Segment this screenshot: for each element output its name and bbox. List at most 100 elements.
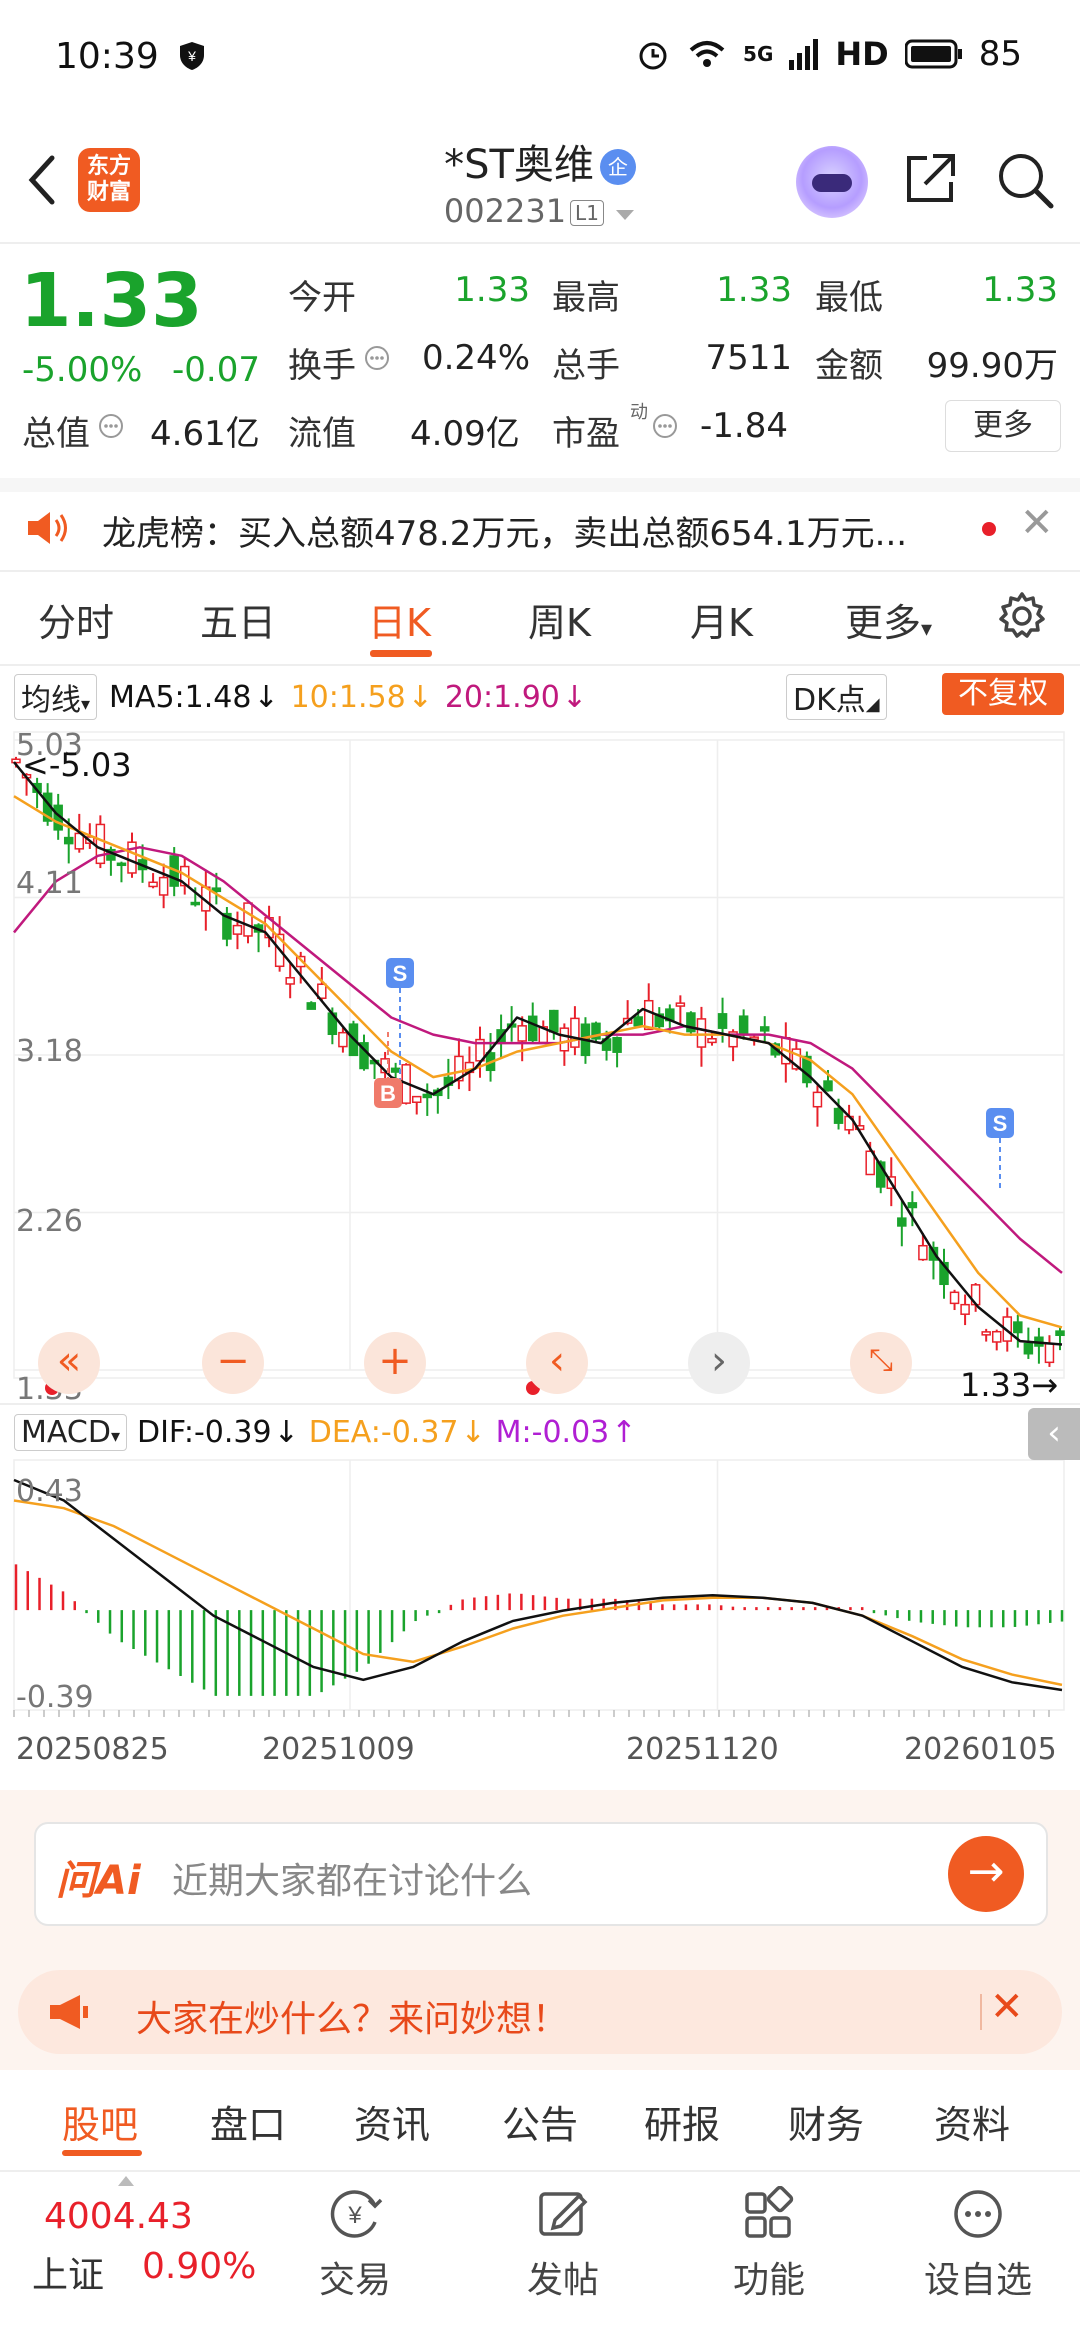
- close-icon[interactable]: ✕: [990, 1984, 1024, 2030]
- tab-weekly-k[interactable]: 周K: [528, 592, 591, 647]
- trade-button[interactable]: ¥ 交易: [310, 2186, 400, 2303]
- add-watchlist-button[interactable]: 设自选: [918, 2186, 1038, 2303]
- search-icon[interactable]: [995, 150, 1055, 210]
- kline-chart[interactable]: S B S: [0, 720, 1080, 1790]
- scroll-left-fast-button[interactable]: «: [38, 1332, 100, 1394]
- close-icon[interactable]: ✕: [1020, 500, 1054, 546]
- candle: [1055, 1330, 1065, 1337]
- caret-icon: ◢: [865, 694, 880, 715]
- last-price: 1.33: [20, 258, 203, 344]
- divider: [980, 1994, 982, 2030]
- active-tab-indicator: [370, 650, 432, 657]
- candle: [643, 999, 654, 1031]
- candle: [675, 1002, 686, 1007]
- turnover-value: 0.24%: [421, 338, 530, 378]
- candle: [759, 1026, 770, 1032]
- network-label: 5G: [743, 42, 774, 66]
- macd-indicator-row: MACD▾ DIF:-0.39 ↓ DEA:-0.37 ↓ M:-0.03 ↑: [14, 1414, 636, 1451]
- candle: [517, 1025, 527, 1042]
- signal-icon: [789, 39, 819, 70]
- pe-label: 市盈: [552, 414, 620, 454]
- tab-daily-k[interactable]: 日K: [368, 592, 431, 647]
- dk-select[interactable]: DK点◢: [786, 674, 887, 720]
- candle: [949, 1291, 960, 1305]
- candle: [907, 1202, 918, 1209]
- adjust-toggle[interactable]: 不复权: [942, 673, 1064, 715]
- ma-select[interactable]: 均线▾: [14, 674, 98, 720]
- zoom-out-button[interactable]: −: [202, 1332, 264, 1394]
- tab-profile[interactable]: 资料: [934, 2094, 1010, 2149]
- alarm-icon: [639, 42, 667, 70]
- share-icon[interactable]: [903, 150, 959, 206]
- arrow-right-icon[interactable]: →: [948, 1836, 1024, 1912]
- index-value[interactable]: 4004.43: [44, 2196, 193, 2237]
- yen-circle-icon: ¥: [330, 2190, 383, 2238]
- enterprise-badge: 企: [599, 149, 636, 185]
- tab-news[interactable]: 资讯: [354, 2094, 430, 2149]
- macd-select[interactable]: MACD▾: [14, 1414, 127, 1451]
- candle: [422, 1093, 433, 1099]
- ma-select-label: 均线: [21, 683, 81, 718]
- tab-guba[interactable]: 股吧: [62, 2094, 138, 2149]
- expand-icon[interactable]: [118, 2176, 134, 2186]
- last-annotation-value: 1.33: [960, 1366, 1032, 1404]
- y-tick-4: 2.26: [16, 1204, 83, 1239]
- candle: [833, 1107, 844, 1124]
- buy-signal-label: B: [380, 1081, 396, 1106]
- tab-intraday[interactable]: 分时: [38, 592, 114, 647]
- caret-down-icon: ▾: [81, 694, 91, 715]
- dif-line: [13, 1478, 1063, 1692]
- sell-signal: S: [986, 1108, 1014, 1138]
- candle: [63, 836, 74, 845]
- change-pct: -5.00%: [22, 350, 143, 390]
- dk-label: DK点: [793, 683, 866, 718]
- candle: [559, 1027, 570, 1052]
- tab-announcements[interactable]: 公告: [502, 2094, 578, 2149]
- hot-topic-text[interactable]: 大家在炒什么？来问妙想！: [136, 1990, 568, 2042]
- candle: [1023, 1342, 1034, 1355]
- turnover-label: 换手: [288, 346, 356, 386]
- macd-frame: [13, 1459, 1065, 1711]
- candle: [1013, 1321, 1023, 1334]
- mktcap-value: 4.61亿: [150, 414, 260, 454]
- caret-down-icon: ▾: [921, 617, 933, 642]
- macd-y-min: -0.39: [16, 1680, 94, 1715]
- ai-placeholder[interactable]: 近期大家都在讨论什么: [172, 1852, 532, 1904]
- scroll-right-button[interactable]: ›: [688, 1332, 750, 1394]
- ma5-line: [13, 761, 1063, 1346]
- info-dots-icon[interactable]: [652, 413, 678, 439]
- assistant-avatar[interactable]: [796, 146, 868, 218]
- watch-label: 设自选: [923, 2260, 1032, 2301]
- arrow-down-icon: ↓: [460, 1415, 486, 1450]
- scroll-left-button[interactable]: ‹: [526, 1332, 588, 1394]
- index-name[interactable]: 上证: [32, 2246, 104, 2298]
- notice-text[interactable]: 龙虎榜：买入总额478.2万元，卖出总额654.1万元...: [102, 506, 907, 555]
- wifi-icon: [689, 41, 725, 67]
- candle: [707, 1038, 717, 1044]
- volume-label: 总手: [552, 346, 620, 386]
- collapse-panel-button[interactable]: ‹: [1028, 1408, 1080, 1460]
- pe-sup: 动: [630, 402, 648, 423]
- candle: [696, 1018, 707, 1048]
- post-button[interactable]: 发帖: [518, 2186, 608, 2303]
- tab-more[interactable]: 更多▾: [845, 592, 932, 647]
- hd-label: HD: [835, 35, 889, 73]
- tab-pankou[interactable]: 盘口: [210, 2094, 286, 2149]
- more-button[interactable]: 更多: [945, 400, 1061, 452]
- tab-five-day[interactable]: 五日: [200, 592, 276, 647]
- svg-text:¥: ¥: [187, 48, 196, 64]
- tab-research[interactable]: 研报: [644, 2094, 720, 2149]
- change-value: -0.07: [172, 350, 260, 390]
- speaker-icon: [28, 512, 67, 544]
- tab-finance[interactable]: 财务: [788, 2094, 864, 2149]
- x-tick-3: 20251120: [626, 1732, 779, 1767]
- tab-monthly-k[interactable]: 月K: [690, 592, 753, 647]
- info-dots-icon[interactable]: [364, 345, 390, 371]
- info-dots-icon[interactable]: [98, 413, 124, 439]
- zoom-in-button[interactable]: +: [364, 1332, 426, 1394]
- fullscreen-button[interactable]: ⤡: [850, 1332, 912, 1394]
- gear-icon[interactable]: [996, 590, 1048, 642]
- divider: [0, 570, 1080, 572]
- function-button[interactable]: 功能: [724, 2185, 814, 2303]
- index-change[interactable]: 0.90%: [142, 2246, 256, 2287]
